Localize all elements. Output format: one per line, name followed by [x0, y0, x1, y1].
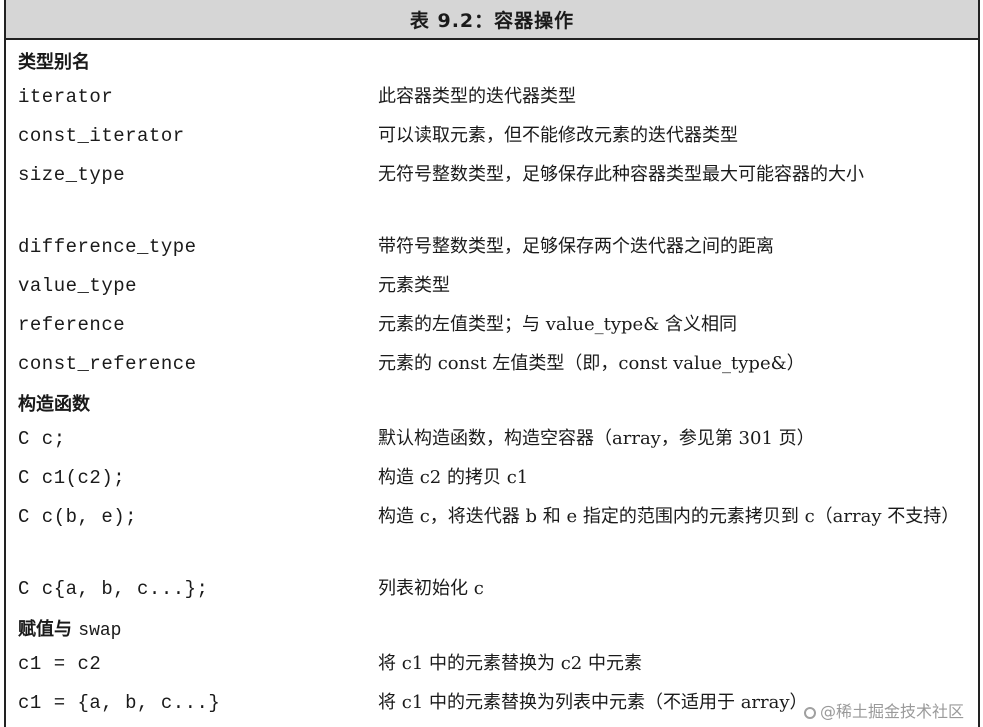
code-cell: reference: [18, 314, 126, 336]
table-title: 表 9.2：容器操作: [6, 0, 978, 40]
code-cell: C c{a, b, c...};: [18, 578, 209, 600]
code-cell: difference_type: [18, 236, 197, 258]
table-row: c1 = c2 将 c1 中的元素替换为 c2 中元素: [6, 647, 978, 686]
table-row: C c; 默认构造函数，构造空容器（array，参见第 301 页）: [6, 422, 978, 461]
document-page: 表 9.2：容器操作 类型别名 iterator 此容器类型的迭代器类型 con…: [0, 0, 983, 727]
code-cell: iterator: [18, 86, 114, 108]
table-row: size_type 无符号整数类型，足够保存此种容器类型最大可能容器的大小: [6, 158, 978, 230]
code-cell: const_iterator: [18, 125, 185, 147]
description-cell: 无符号整数类型，足够保存此种容器类型最大可能容器的大小: [378, 164, 864, 185]
code-cell: value_type: [18, 275, 138, 297]
description-cell: 可以读取元素，但不能修改元素的迭代器类型: [378, 125, 738, 146]
logo-icon: [803, 707, 816, 719]
table-row: C c(b, e); 构造 c，将迭代器 b 和 e 指定的范围内的元素拷贝到 …: [6, 500, 978, 572]
description-cell: 构造 c，将迭代器 b 和 e 指定的范围内的元素拷贝到 c（array 不支持…: [378, 506, 960, 527]
table-row: const_reference 元素的 const 左值类型（即，const v…: [6, 347, 978, 386]
section-header-constructors: 构造函数: [6, 386, 978, 422]
code-cell: C c1(c2);: [18, 467, 126, 489]
description-cell: 带符号整数类型，足够保存两个迭代器之间的距离: [378, 236, 774, 257]
description-cell: 元素类型: [378, 275, 450, 296]
description-cell: 此容器类型的迭代器类型: [378, 86, 576, 107]
code-cell: C c;: [18, 428, 66, 450]
code-cell: const_reference: [18, 353, 197, 375]
watermark: @稀土掘金技术社区: [799, 697, 968, 723]
table-row: const_iterator 可以读取元素，但不能修改元素的迭代器类型: [6, 119, 978, 158]
table-body: 类型别名 iterator 此容器类型的迭代器类型 const_iterator…: [6, 40, 978, 725]
table-row: C c1(c2); 构造 c2 的拷贝 c1: [6, 461, 978, 500]
section-label: 构造函数: [18, 394, 90, 415]
code-cell: c1 = c2: [18, 653, 102, 675]
section-label: 类型别名: [18, 52, 90, 73]
container-operations-table: 表 9.2：容器操作 类型别名 iterator 此容器类型的迭代器类型 con…: [4, 0, 980, 727]
code-cell: size_type: [18, 164, 126, 186]
table-row: difference_type 带符号整数类型，足够保存两个迭代器之间的距离: [6, 230, 978, 269]
table-row: C c{a, b, c...}; 列表初始化 c: [6, 572, 978, 611]
table-row: value_type 元素类型: [6, 269, 978, 308]
description-cell: 元素的 const 左值类型（即，const value_type&）: [378, 353, 805, 374]
description-cell: 列表初始化 c: [378, 578, 484, 599]
code-cell: c1 = {a, b, c...}: [18, 692, 221, 714]
description-cell: 构造 c2 的拷贝 c1: [378, 467, 529, 488]
description-cell: 元素的左值类型；与 value_type& 含义相同: [378, 314, 737, 335]
section-header-type-aliases: 类型别名: [6, 44, 978, 80]
description-cell: 将 c1 中的元素替换为 c2 中元素: [378, 653, 642, 674]
section-label: 赋值与 swap: [18, 619, 122, 641]
table-row: reference 元素的左值类型；与 value_type& 含义相同: [6, 308, 978, 347]
table-row: iterator 此容器类型的迭代器类型: [6, 80, 978, 119]
description-cell: 默认构造函数，构造空容器（array，参见第 301 页）: [378, 428, 815, 449]
section-header-assignment-swap: 赋值与 swap: [6, 611, 978, 647]
code-cell: C c(b, e);: [18, 506, 138, 528]
